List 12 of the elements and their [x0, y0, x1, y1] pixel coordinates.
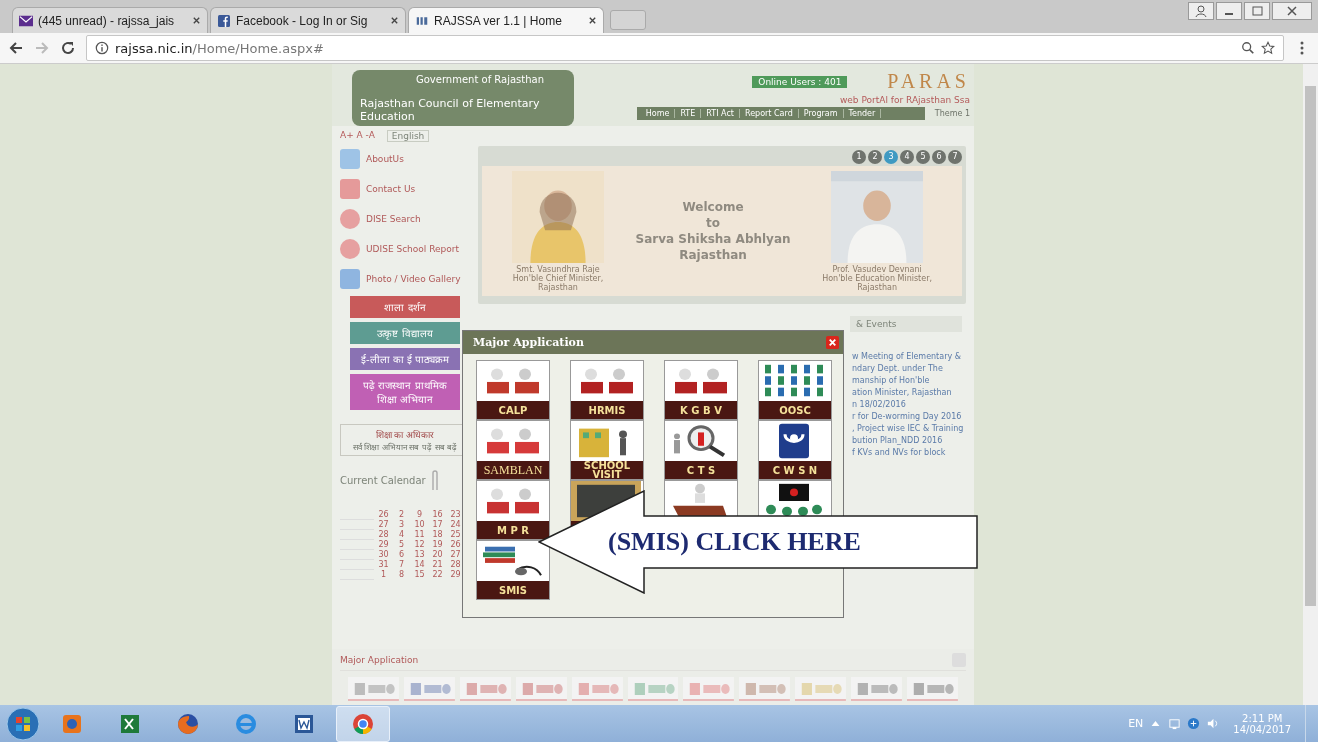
government-title: Government of Rajasthan — [415, 74, 546, 85]
callout-tooltip: (SMIS) CLICK HERE — [538, 490, 978, 594]
photo-caption: Prof. Vasudev Devnani Hon'ble Education Minister, Rajasthan — [822, 264, 932, 292]
online-users-badge: Online Users : 401 — [752, 75, 848, 88]
dialog-title: Major Application — [473, 336, 584, 349]
strip-title: Major Application — [340, 655, 419, 665]
photo-caption: Smt. Vasundhra Raje Hon'ble Chief Minister, Rajasthan — [512, 264, 604, 292]
tagline: web PortAl for RAjasthan Ssa — [839, 95, 970, 105]
welcome-text: Welcome to Sarva Shiksha Abhlyan Rajasthan — [635, 200, 791, 262]
calendar-title: Current Calendar — [340, 474, 426, 486]
council-title: Rajasthan Council of Elementary Education — [360, 97, 541, 123]
site-logo: PARAS — [887, 70, 970, 93]
